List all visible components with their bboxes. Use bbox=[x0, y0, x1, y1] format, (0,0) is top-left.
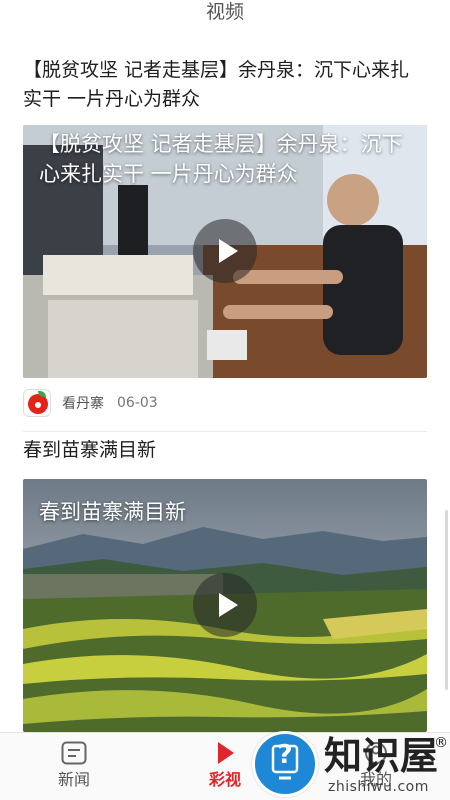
page-header: 视频 bbox=[0, 0, 450, 30]
video-feed[interactable]: 【脱贫攻坚 记者走基层】余丹泉：沉下心来扎实干 一片丹心为群众 【脱贫攻坚 记者… bbox=[0, 30, 450, 732]
scrollbar[interactable] bbox=[445, 510, 448, 690]
feed-item[interactable]: 春到苗寨满目新 bbox=[23, 436, 427, 465]
video-title[interactable]: 【脱贫攻坚 记者走基层】余丹泉：沉下心来扎实干 一片丹心为群众 bbox=[23, 56, 427, 114]
news-icon bbox=[61, 741, 87, 765]
video-meta: 看丹寨 06-03 bbox=[23, 388, 158, 418]
feed-item[interactable]: 【脱贫攻坚 记者走基层】余丹泉：沉下心来扎实干 一片丹心为群众 bbox=[23, 56, 427, 114]
video-title[interactable]: 春到苗寨满目新 bbox=[23, 436, 427, 465]
play-icon bbox=[219, 239, 238, 263]
source-name[interactable]: 看丹寨 bbox=[62, 393, 104, 413]
source-logo-icon bbox=[23, 389, 51, 417]
video-overlay-title: 【脱贫攻坚 记者走基层】余丹泉：沉下心来扎实干 一片丹心为群众 bbox=[39, 132, 403, 186]
divider bbox=[23, 431, 427, 432]
play-button[interactable] bbox=[193, 573, 257, 637]
play-button[interactable] bbox=[193, 219, 257, 283]
watermark-domain: zhishiwu.com bbox=[328, 779, 429, 795]
watermark: ? 知识屋 ® zhishiwu.com bbox=[250, 731, 450, 800]
publish-date: 06-03 bbox=[117, 395, 158, 411]
question-monitor-icon: ? bbox=[252, 731, 318, 797]
page-title: 视频 bbox=[205, 1, 244, 23]
video-thumbnail[interactable]: 【脱贫攻坚 记者走基层】余丹泉：沉下心来扎实干 一片丹心为群众 bbox=[23, 125, 427, 378]
watermark-brand: 知识屋 bbox=[324, 734, 439, 778]
tab-label: 新闻 bbox=[57, 770, 90, 789]
watermark-registered-mark: ® bbox=[434, 735, 448, 751]
tab-news[interactable]: 新闻 bbox=[34, 733, 114, 800]
video-overlay-title: 春到苗寨满目新 bbox=[39, 500, 186, 524]
video-thumbnail[interactable]: 春到苗寨满目新 bbox=[23, 479, 427, 732]
play-icon bbox=[219, 593, 238, 617]
video-play-icon bbox=[218, 742, 234, 764]
